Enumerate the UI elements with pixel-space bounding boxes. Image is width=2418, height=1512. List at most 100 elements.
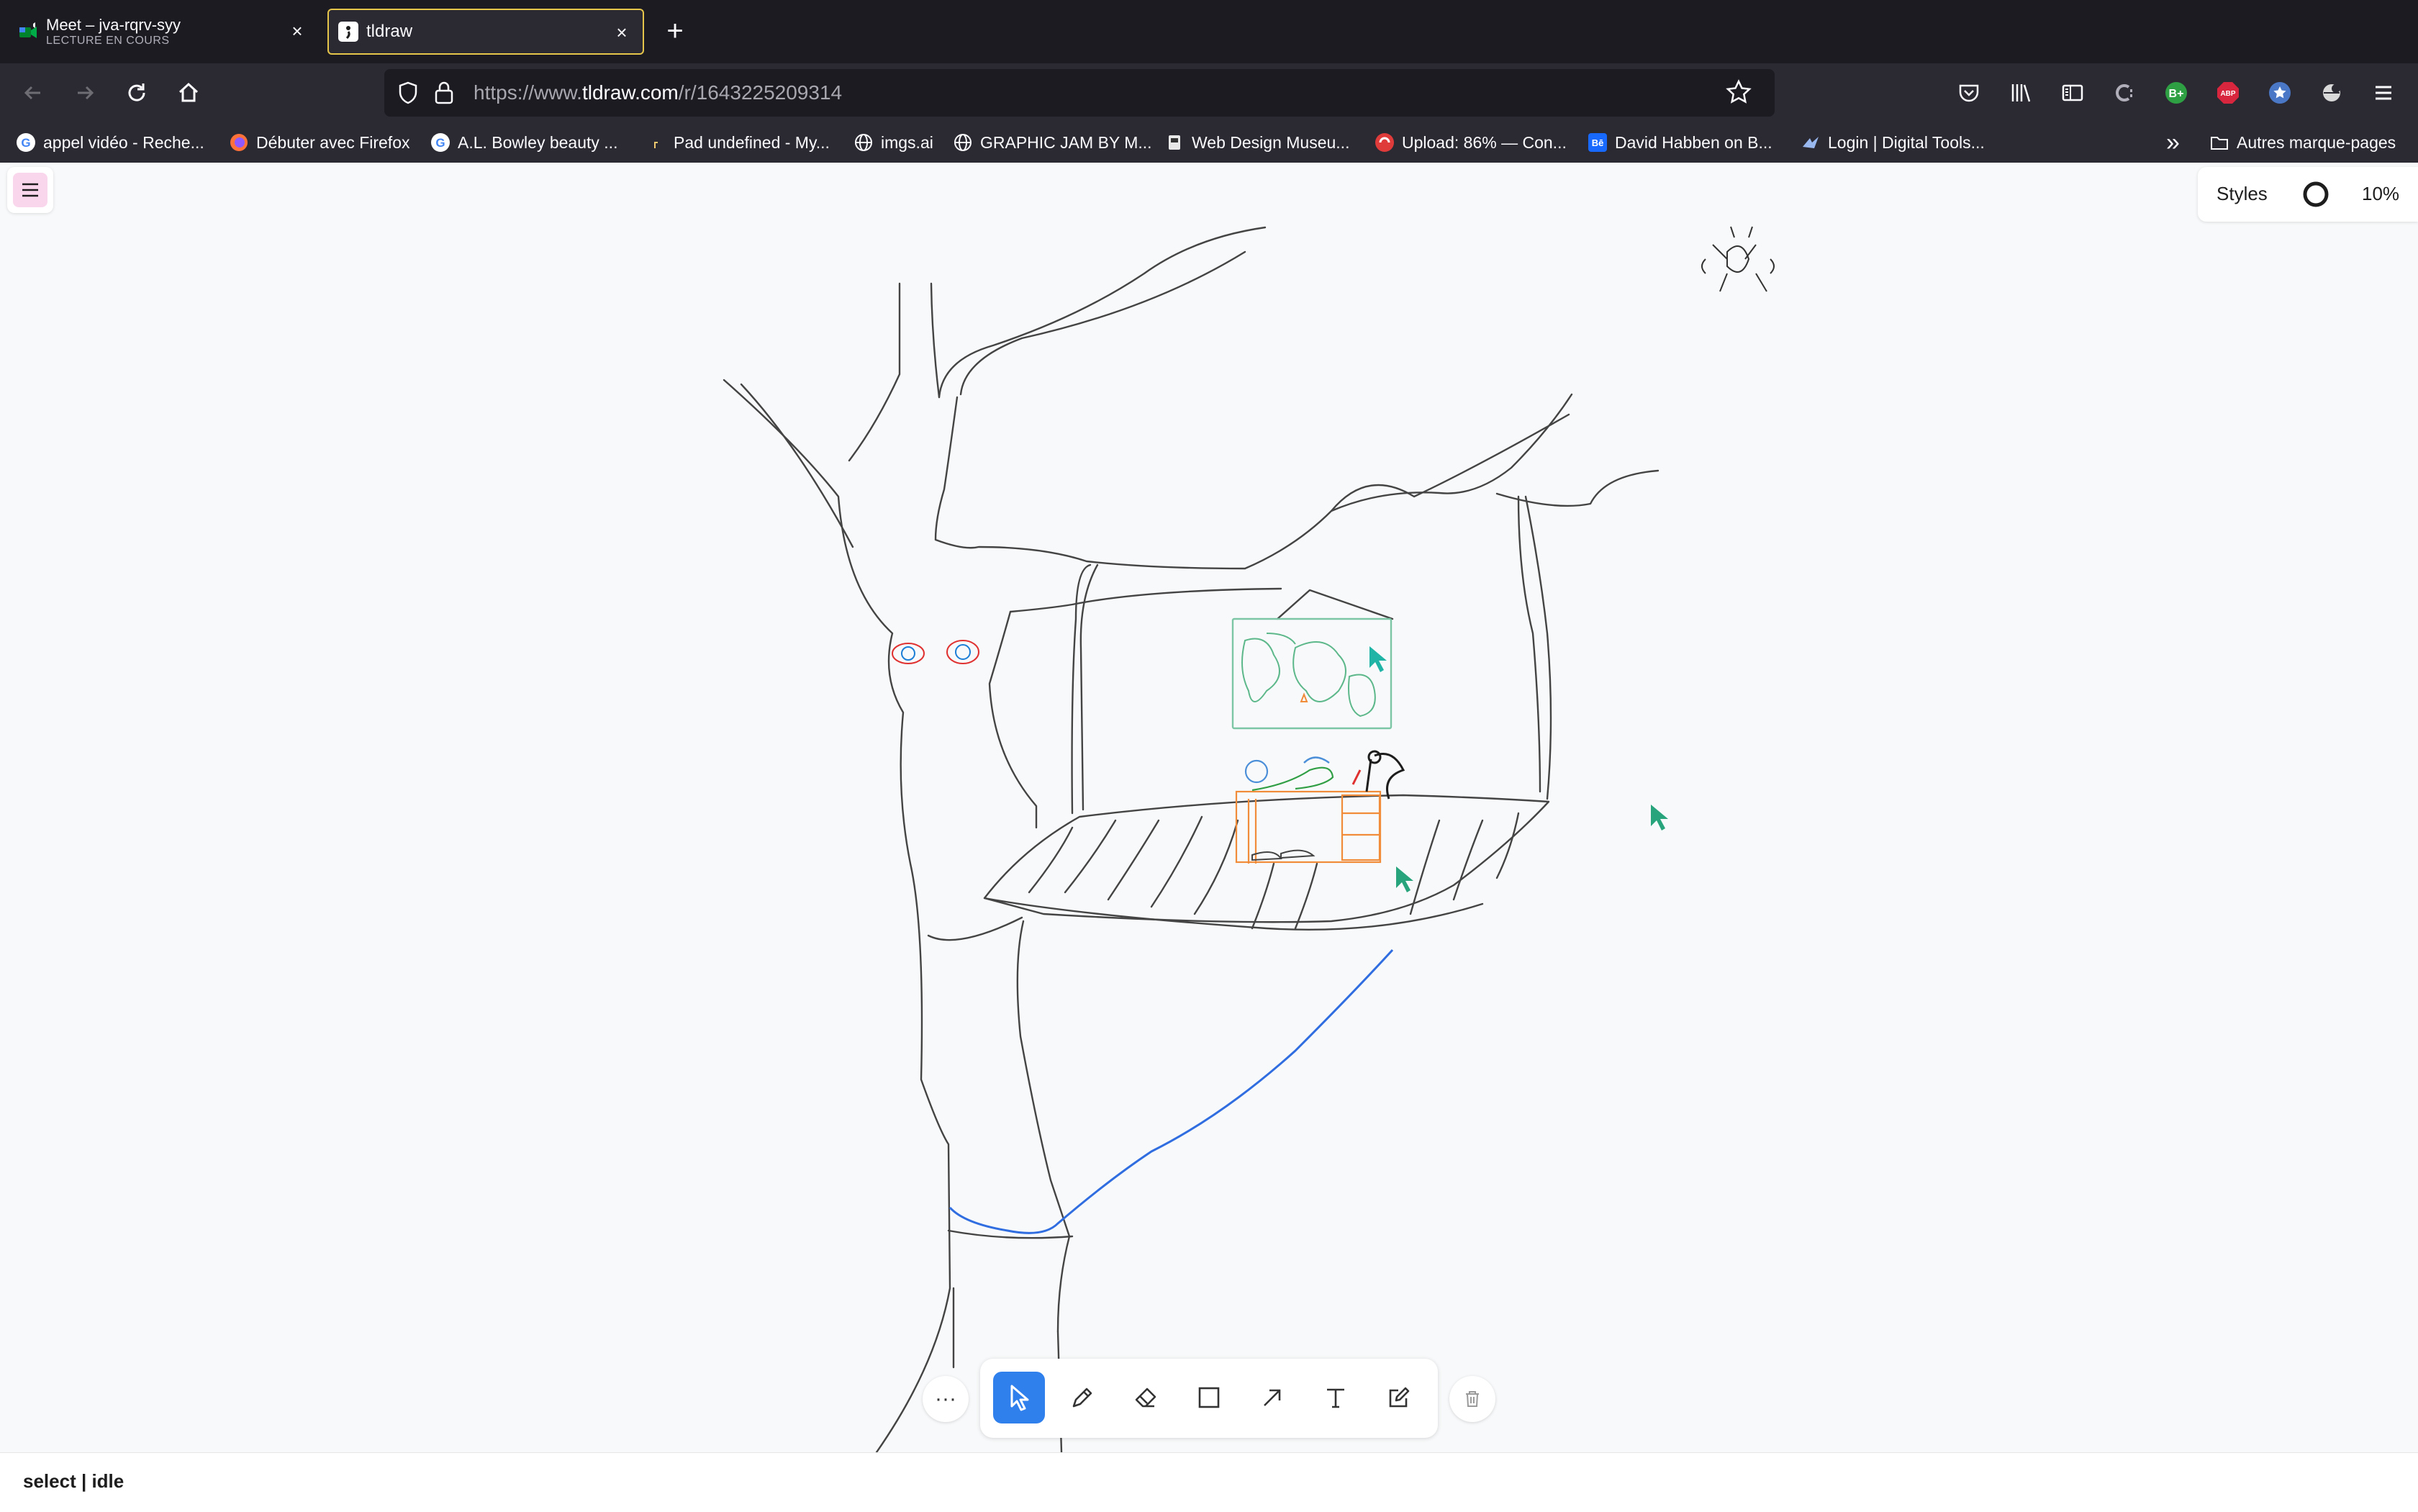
- other-bookmarks-folder[interactable]: Autres marque-pages: [2209, 130, 2396, 155]
- close-tab-icon[interactable]: ×: [286, 20, 308, 42]
- more-tools-button[interactable]: ···: [923, 1376, 969, 1422]
- reload-button[interactable]: [121, 77, 153, 109]
- status-text: select | idle: [23, 1470, 124, 1492]
- home-button[interactable]: [173, 77, 204, 109]
- globe-icon: [853, 132, 874, 153]
- tab-meet-subtitle: LECTURE EN COURS: [46, 35, 170, 47]
- bookmark-item[interactable]: G appel vidéo - Reche...: [16, 130, 204, 155]
- museum-icon: [1164, 132, 1185, 153]
- bookmark-label: Web Design Museu...: [1192, 132, 1350, 152]
- arrow-tool-button[interactable]: [1246, 1372, 1298, 1423]
- eraser-icon: [1135, 1387, 1156, 1408]
- draw-tool-button[interactable]: [1056, 1372, 1108, 1423]
- rectangle-tool-button[interactable]: [1183, 1372, 1235, 1423]
- pad-icon: [646, 132, 666, 153]
- other-bookmarks-label: Autres marque-pages: [2237, 132, 2396, 152]
- tab-tldraw[interactable]: tldraw ×: [327, 9, 644, 55]
- svg-text:G: G: [435, 136, 445, 150]
- bookmark-star-icon[interactable]: [1726, 79, 1752, 109]
- lock-icon[interactable]: [433, 81, 455, 109]
- tab-strip: Meet – jva-rqrv-syy LECTURE EN COURS × t…: [0, 0, 2418, 63]
- extension-globe-icon[interactable]: [2316, 77, 2347, 109]
- url-bar[interactable]: https://www.tldraw.com/r/1643225209314: [384, 69, 1775, 117]
- bookmark-label: Upload: 86% — Con...: [1402, 132, 1567, 152]
- reload-icon: [128, 83, 145, 101]
- meet-icon: [17, 21, 39, 42]
- bookmark-item[interactable]: imgs.ai: [853, 130, 933, 155]
- svg-text:G: G: [21, 136, 30, 150]
- hamburger-menu-icon[interactable]: [2368, 77, 2399, 109]
- bookmark-item[interactable]: GRAPHIC JAM BY M...: [953, 130, 1152, 155]
- google-icon: G: [16, 132, 36, 153]
- zoom-level[interactable]: 10%: [2362, 183, 2399, 205]
- styles-button[interactable]: Styles: [2216, 183, 2268, 205]
- back-button[interactable]: [17, 77, 49, 109]
- cursor-icon: [1010, 1385, 1029, 1411]
- sticky-tool-button[interactable]: [1373, 1372, 1425, 1423]
- close-tab-icon[interactable]: ×: [611, 22, 633, 43]
- firefox-icon: [229, 132, 249, 153]
- main-menu-button[interactable]: [7, 167, 53, 213]
- bookmark-label: A.L. Bowley beauty ...: [458, 132, 618, 152]
- text-tool-button[interactable]: [1310, 1372, 1362, 1423]
- extension-bplus-icon[interactable]: B+: [2160, 77, 2192, 109]
- bookmarks-bar: G appel vidéo - Reche... Débuter avec Fi…: [0, 122, 2418, 163]
- new-tab-button[interactable]: +: [658, 14, 692, 49]
- library-icon[interactable]: [2005, 77, 2037, 109]
- canvas-drawing: [723, 226, 1775, 1452]
- tool-bar: [980, 1359, 1438, 1438]
- tab-meet[interactable]: Meet – jva-rqrv-syy LECTURE EN COURS ×: [9, 9, 318, 55]
- tldraw-icon: [338, 21, 359, 42]
- forward-arrow-icon: [78, 86, 94, 100]
- bookmark-item[interactable]: G A.L. Bowley beauty ...: [430, 130, 617, 155]
- globe-icon: [953, 132, 973, 153]
- bookmark-label: Pad undefined - My...: [674, 132, 830, 152]
- abp-icon[interactable]: ABP: [2212, 77, 2244, 109]
- drawing-canvas[interactable]: [0, 163, 2418, 1452]
- upload-icon: [1375, 132, 1395, 153]
- home-icon: [178, 82, 199, 102]
- bookmark-item[interactable]: Bē David Habben on B...: [1588, 130, 1772, 155]
- text-icon: [1327, 1388, 1344, 1408]
- hamburger-menu-icon: [13, 173, 47, 207]
- back-arrow-icon: [24, 86, 40, 100]
- color-swatch-icon[interactable]: [2301, 180, 2330, 209]
- bookmark-label: Login | Digital Tools...: [1828, 132, 1985, 152]
- sidebar-icon[interactable]: [2057, 77, 2088, 109]
- bookmark-item[interactable]: Débuter avec Firefox: [229, 130, 409, 155]
- eraser-tool-button[interactable]: [1120, 1372, 1172, 1423]
- svg-text:B+: B+: [2169, 88, 2184, 100]
- bookmark-item[interactable]: Web Design Museu...: [1164, 130, 1349, 155]
- folder-icon: [2209, 132, 2229, 153]
- extension-c-icon[interactable]: [2109, 77, 2140, 109]
- shield-icon[interactable]: [396, 81, 420, 109]
- navigation-bar: https://www.tldraw.com/r/1643225209314 B…: [0, 63, 2418, 122]
- bookmark-item[interactable]: Upload: 86% — Con...: [1375, 130, 1567, 155]
- styles-panel: Styles 10%: [2198, 167, 2418, 222]
- sticky-note-icon: [1389, 1387, 1410, 1408]
- tab-meet-title: Meet – jva-rqrv-syy: [46, 16, 181, 34]
- bookmarks-overflow-button[interactable]: »: [2166, 129, 2180, 156]
- delete-button[interactable]: [1449, 1376, 1495, 1422]
- trash-icon: [1466, 1391, 1479, 1407]
- google-icon: G: [430, 132, 450, 153]
- arrow-icon: [1264, 1389, 1281, 1406]
- status-bar: select | idle: [0, 1452, 2418, 1512]
- tab-tldraw-title: tldraw: [366, 22, 413, 41]
- bookmark-item[interactable]: Login | Digital Tools...: [1801, 130, 1985, 155]
- bookmark-item[interactable]: Pad undefined - My...: [646, 130, 830, 155]
- extension-star-icon[interactable]: [2264, 77, 2296, 109]
- pocket-icon[interactable]: [1953, 77, 1985, 109]
- forward-button[interactable]: [69, 77, 101, 109]
- bookmark-label: David Habben on B...: [1615, 132, 1772, 152]
- bookmark-label: imgs.ai: [881, 132, 933, 152]
- url-text[interactable]: https://www.tldraw.com/r/1643225209314: [474, 81, 842, 104]
- bookmark-label: appel vidéo - Reche...: [43, 132, 204, 152]
- behance-icon: Bē: [1588, 132, 1608, 153]
- svg-text:ABP: ABP: [2220, 90, 2235, 98]
- select-tool-button[interactable]: [993, 1372, 1045, 1423]
- bookmark-label: Débuter avec Firefox: [256, 132, 410, 152]
- pencil-icon: [1072, 1387, 1092, 1408]
- bird-icon: [1801, 132, 1821, 153]
- bookmark-label: GRAPHIC JAM BY M...: [980, 132, 1152, 152]
